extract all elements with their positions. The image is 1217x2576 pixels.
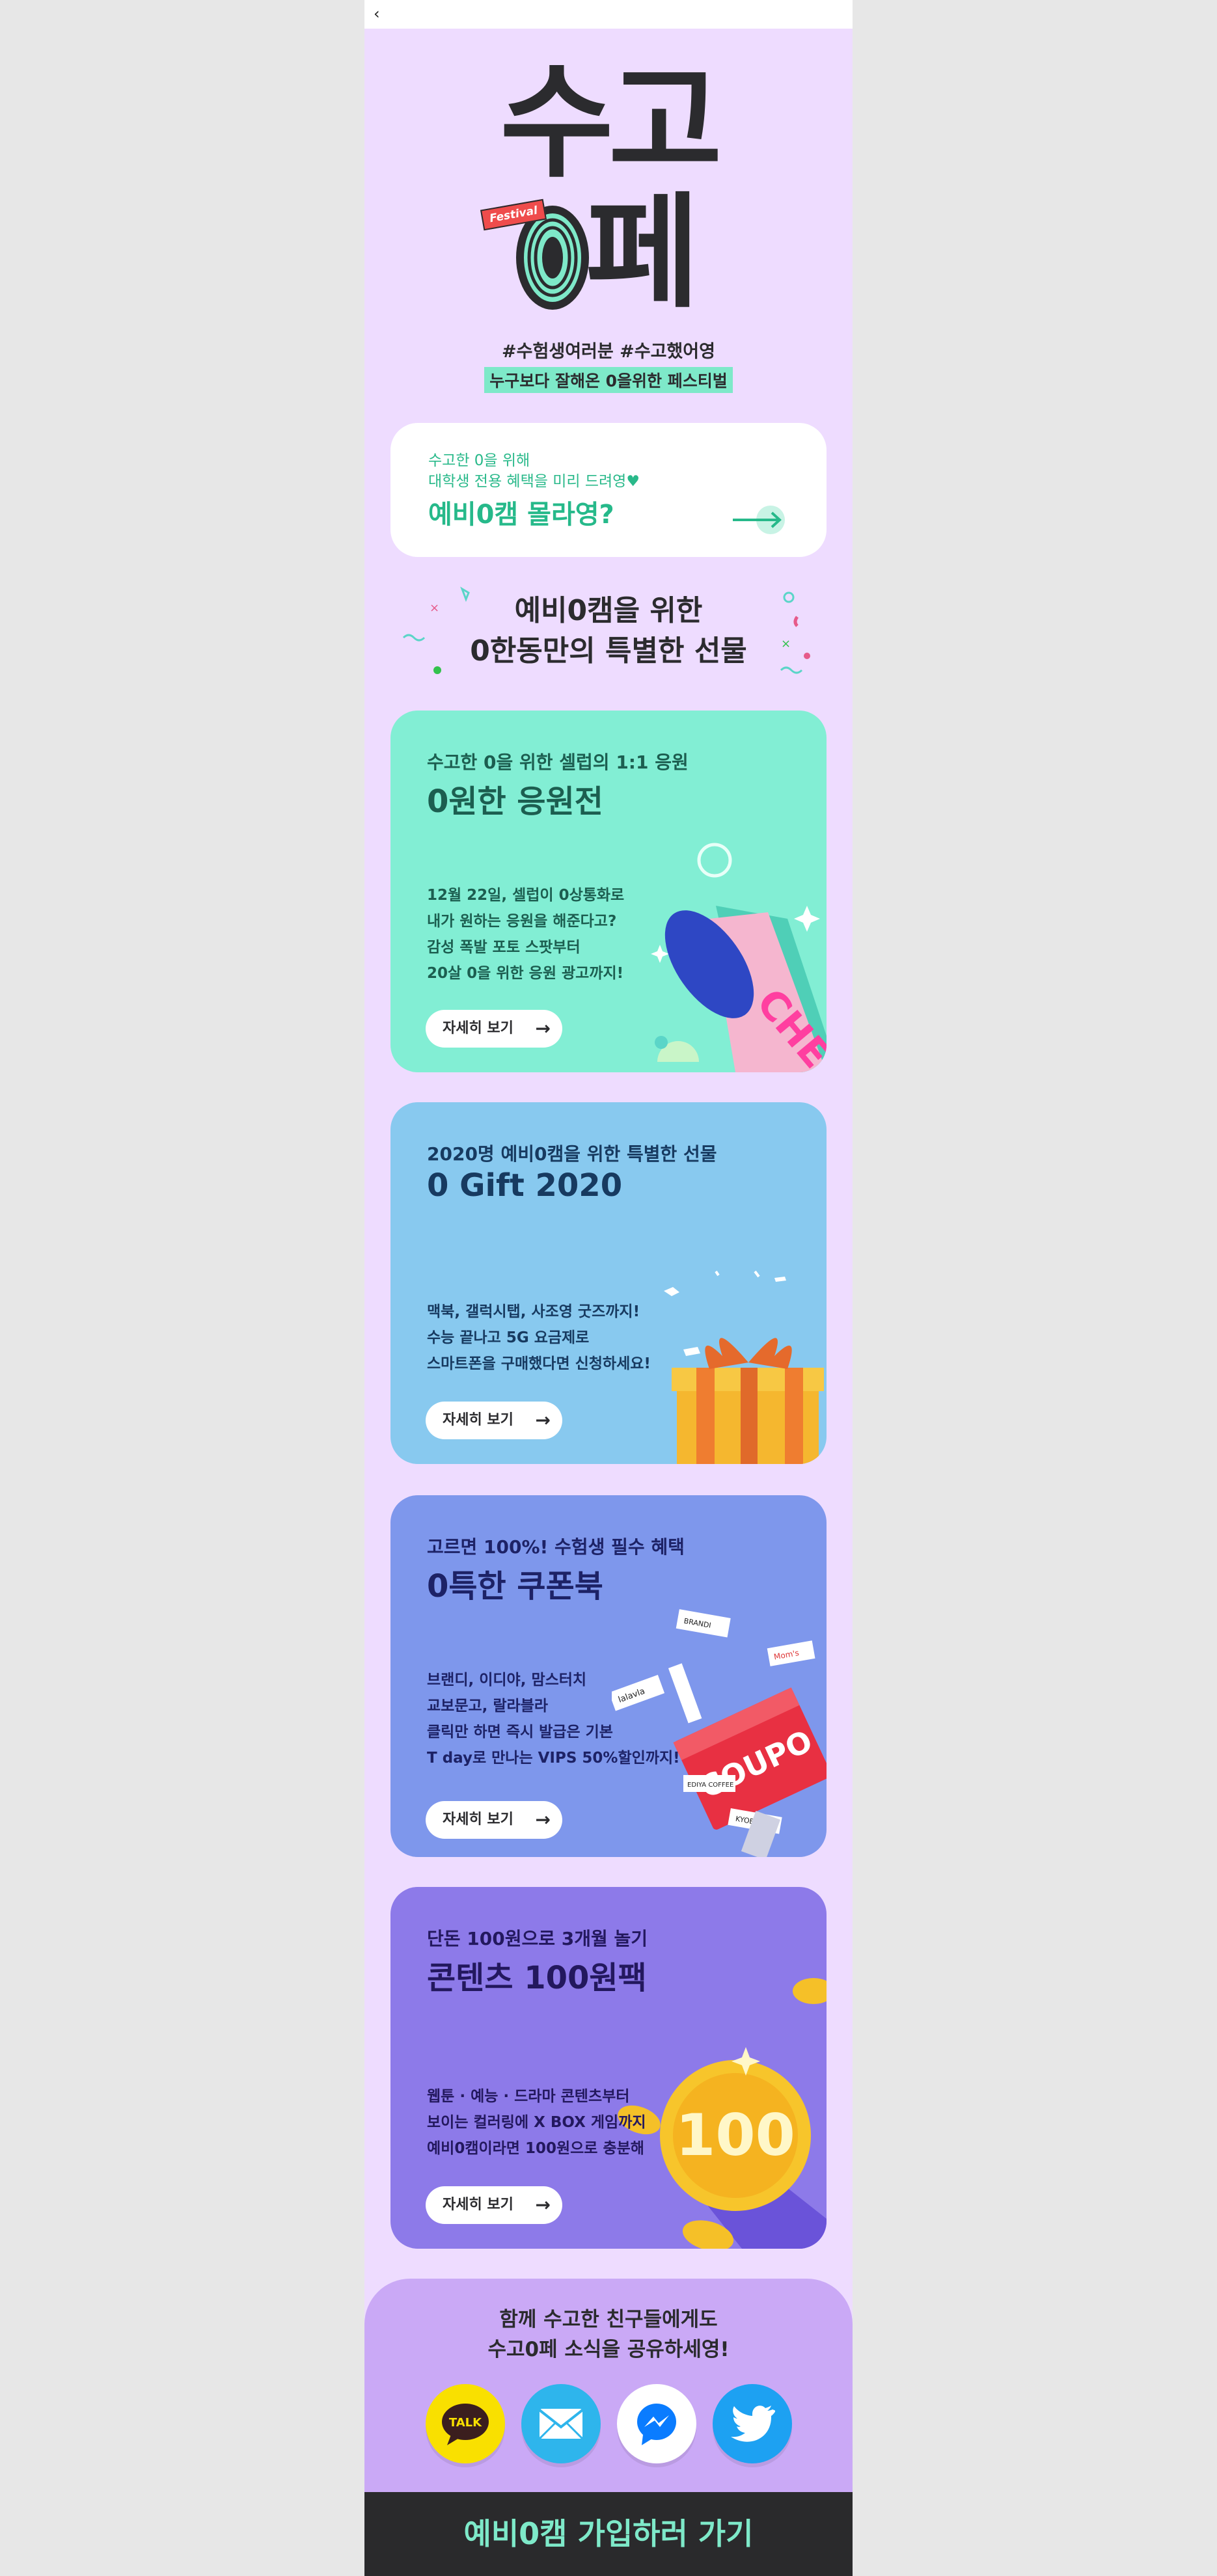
card-body-line: 예비0캠이라면 100원으로 충분해 xyxy=(427,2140,644,2157)
kakao-talk-icon: TALK xyxy=(442,2404,489,2445)
megaphone-illustration: CHEER xyxy=(651,843,827,1072)
gift-heading-line-2: 0한동만의 특별한 선물 xyxy=(470,634,747,668)
card-subtitle: 고르면 100%! 수험생 필수 혜택 xyxy=(427,1536,685,1558)
gift-heading-line-1: 예비0캠을 위한 xyxy=(514,594,703,627)
card-body-line: 보이는 컬러링에 X BOX 게임까지 xyxy=(427,2114,646,2131)
promo-banner[interactable]: 수고한 0을 위해 대학생 전용 혜택을 미리 드려영♥ 예비0캠 몰라영? xyxy=(390,423,827,557)
card-body-line: 수능 끝나고 5G 요금제로 xyxy=(427,1329,590,1346)
card-body-line: 웹툰 · 예능 · 드라마 콘텐츠부터 xyxy=(427,2088,630,2105)
gift-box-illustration xyxy=(664,1270,824,1464)
card-cheer[interactable]: 수고한 0을 위한 셀럽의 1:1 응원 0원한 응원전 CHEER 12월 2… xyxy=(390,711,827,1072)
twitter-bird-icon xyxy=(731,2406,775,2442)
mail-icon xyxy=(538,2409,584,2440)
card-title: 0원한 응원전 xyxy=(427,783,603,820)
more-button-label: 자세히 보기 xyxy=(443,1020,513,1037)
back-chevron-icon[interactable]: ‹ xyxy=(374,4,387,23)
more-button-label: 자세히 보기 xyxy=(443,2197,513,2213)
arrow-right-icon: → xyxy=(535,1409,551,1431)
card-body: 12월 22일, 셀럽이 0상통화로 내가 원하는 응원을 해준다고? 감성 폭… xyxy=(427,882,624,986)
card-subtitle: 2020명 예비0캠을 위한 특별한 선물 xyxy=(427,1143,717,1165)
card-body: 웹툰 · 예능 · 드라마 콘텐츠부터 보이는 컬러링에 X BOX 게임까지 … xyxy=(427,2083,646,2162)
promo-title: 예비0캠 몰라영? xyxy=(428,500,614,530)
card-body-line: 12월 22일, 셀럽이 0상통화로 xyxy=(427,887,625,904)
share-line-2: 수고0페 소식을 공유하세영! xyxy=(487,2338,730,2361)
hero-title-bottom: 페 xyxy=(586,181,700,325)
card-subtitle: 단돈 100원으로 3개월 놀기 xyxy=(427,1928,648,1949)
arrow-right-icon: → xyxy=(535,1018,551,1039)
more-button[interactable]: 자세히 보기 → xyxy=(426,1010,562,1048)
hero-section: 수고 Festival 페 #수험생여러분 #수고했어영 누구보다 잘해온 0을… xyxy=(364,29,853,426)
promo-line-2: 대학생 전용 혜택을 미리 드려영♥ xyxy=(428,473,640,490)
share-mail-button[interactable] xyxy=(521,2384,601,2463)
card-body-line: 클릭만 하면 즉시 발급은 기본 xyxy=(427,1724,613,1741)
tagline-wrap: 누구보다 잘해온 0을위한 페스티벌 xyxy=(364,367,853,393)
more-button[interactable]: 자세히 보기 → xyxy=(426,1801,562,1839)
hero-title-top: 수고 xyxy=(500,51,722,195)
signup-cta-label: 예비0캠 가입하러 가기 xyxy=(463,2516,754,2551)
gift-heading: 예비0캠을 위한 0한동만의 특별한 선물 xyxy=(364,591,853,671)
card-body-line: 맥북, 갤럭시탭, 사조영 굿즈까지! xyxy=(427,1303,640,1320)
more-button[interactable]: 자세히 보기 → xyxy=(426,2186,562,2224)
more-button-label: 자세히 보기 xyxy=(443,1412,513,1428)
share-twitter-button[interactable] xyxy=(713,2384,792,2463)
card-body-line: 교보문고, 랄라블라 xyxy=(427,1698,549,1715)
card-body-line: 내가 원하는 응원을 해준다고? xyxy=(427,913,617,930)
card-body: 브랜디, 이디야, 맘스터치 교보문고, 랄라블라 클릭만 하면 즉시 발급은 … xyxy=(427,1667,680,1771)
card-coupon[interactable]: 고르면 100%! 수험생 필수 혜택 0특한 쿠폰북 BRANDI Mom's… xyxy=(390,1495,827,1857)
card-body-line: 스마트폰을 구매했다면 신청하세요! xyxy=(427,1355,651,1372)
card-body-line: 감성 폭발 포토 스팟부터 xyxy=(427,939,581,956)
arrow-right-icon: → xyxy=(535,1809,551,1830)
share-kakao-button[interactable]: TALK xyxy=(426,2384,505,2463)
event-page: ‹ 수고 Festival 페 #수험생여러분 #수고했어영 누구보다 잘해온 … xyxy=(364,0,853,2576)
arrow-right-icon[interactable] xyxy=(729,504,787,536)
card-body-line: 20살 0을 위한 응원 광고까지! xyxy=(427,965,624,982)
arrow-right-icon: → xyxy=(535,2194,551,2216)
share-messenger-button[interactable] xyxy=(617,2384,696,2463)
card-body: 맥북, 갤럭시탭, 사조영 굿즈까지! 수능 끝나고 5G 요금제로 스마트폰을… xyxy=(427,1299,651,1377)
card-title: 0특한 쿠폰북 xyxy=(427,1568,603,1605)
svg-text:100: 100 xyxy=(676,2102,795,2169)
more-button-label: 자세히 보기 xyxy=(443,1811,513,1828)
tagline: 누구보다 잘해온 0을위한 페스티벌 xyxy=(484,367,733,393)
card-gift[interactable]: 2020명 예비0캠을 위한 특별한 선물 0 Gift 2020 맥북, 갤럭… xyxy=(390,1102,827,1464)
promo-line-1: 수고한 0을 위해 xyxy=(428,452,530,469)
more-button[interactable]: 자세히 보기 → xyxy=(426,1402,562,1439)
signup-cta-button[interactable]: 예비0캠 가입하러 가기 xyxy=(364,2492,853,2576)
share-line-1: 함께 수고한 친구들에게도 xyxy=(499,2308,718,2331)
share-message: 함께 수고한 친구들에게도 수고0페 소식을 공유하세영! xyxy=(364,2305,853,2365)
card-body-line: T day로 만나는 VIPS 50%할인까지! xyxy=(427,1750,680,1767)
card-content-pack[interactable]: 단돈 100원으로 3개월 놀기 콘텐츠 100원팩 100 웹툰 · 예능 ·… xyxy=(390,1887,827,2249)
share-section: 함께 수고한 친구들에게도 수고0페 소식을 공유하세영! TALK xyxy=(364,2279,853,2500)
card-body-line: 브랜디, 이디야, 맘스터치 xyxy=(427,1672,587,1688)
svg-text:EDIYA COFFEE: EDIYA COFFEE xyxy=(687,1782,733,1789)
top-bar: ‹ xyxy=(364,0,853,29)
card-title: 0 Gift 2020 xyxy=(427,1167,623,1204)
messenger-icon xyxy=(637,2404,676,2445)
hashtags: #수험생여러분 #수고했어영 xyxy=(502,342,715,362)
card-subtitle: 수고한 0을 위한 셀럽의 1:1 응원 xyxy=(427,752,689,773)
svg-text:TALK: TALK xyxy=(449,2416,482,2430)
